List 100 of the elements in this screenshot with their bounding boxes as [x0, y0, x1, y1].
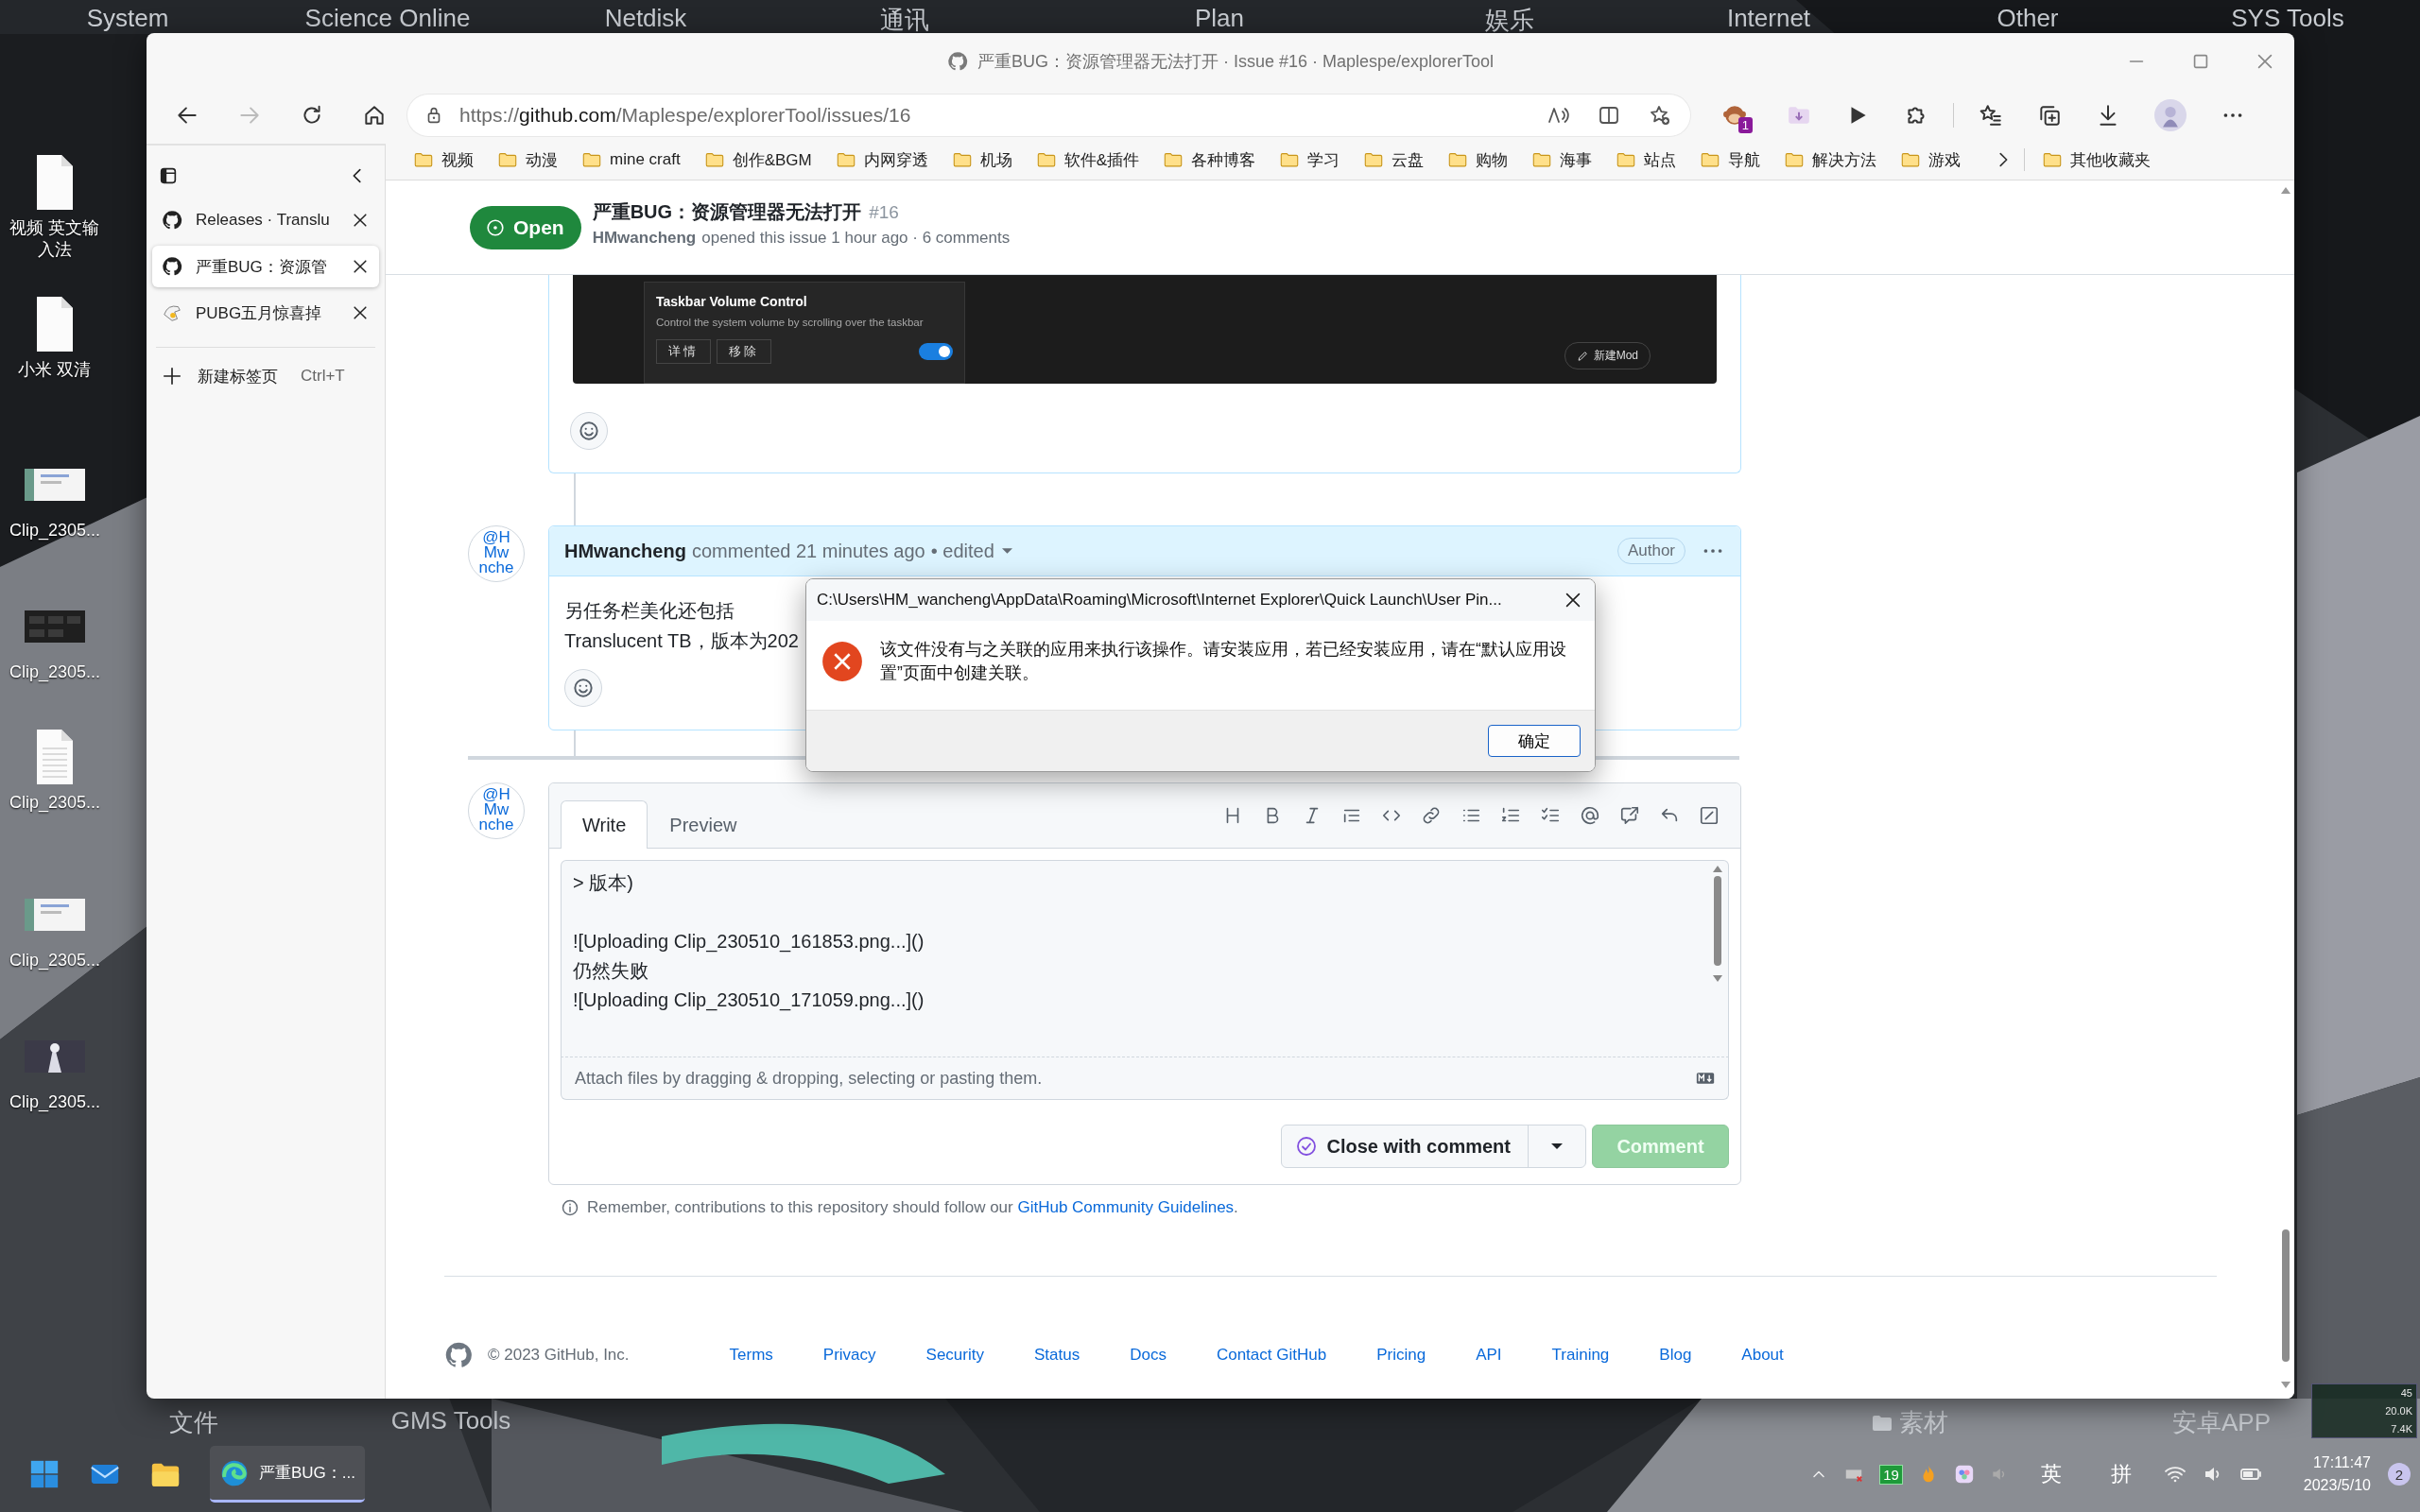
- bookmark-folder[interactable]: 创作&BGM: [697, 148, 819, 171]
- footer-link[interactable]: API: [1476, 1346, 1502, 1365]
- browser-tab[interactable]: PUBG五月惊喜掉: [152, 292, 379, 334]
- dialog-message: 该文件没有与之关联的应用来执行该操作。请安装应用，若已经安装应用，请在“默认应用设置”页面中创建关联。: [880, 639, 1567, 684]
- author-link[interactable]: HMwancheng: [592, 229, 697, 248]
- error-icon: [821, 641, 863, 682]
- avatar[interactable]: @H Mw nche: [468, 525, 525, 582]
- avatar-alt-text: @H Mw nche: [478, 527, 514, 576]
- bookmark-folder[interactable]: 视频: [406, 148, 480, 171]
- file-label: Clip_2305...: [8, 520, 102, 541]
- mod-button[interactable]: 详情: [656, 339, 711, 364]
- bookmark-folder[interactable]: 动漫: [491, 148, 564, 171]
- footer-link[interactable]: Pricing: [1376, 1346, 1426, 1365]
- attach-hint: Attach files by dragging & dropping, selecting or pasting them.: [575, 1068, 1043, 1089]
- new-tab-button[interactable]: 新建标签页 Ctrl+T: [147, 357, 385, 395]
- bookmark-folder[interactable]: 站点: [1609, 148, 1684, 171]
- add-favorite-icon[interactable]: [1649, 103, 1671, 127]
- footer-link[interactable]: Privacy: [822, 1346, 876, 1365]
- bookmark-folder[interactable]: 机场: [944, 148, 1019, 171]
- browser-tab[interactable]: 严重BUG：资源管: [152, 246, 379, 287]
- bookmark-folder[interactable]: 软件&插件: [1028, 148, 1147, 171]
- group-label: System: [86, 4, 169, 33]
- mod-button[interactable]: 移除: [717, 339, 771, 364]
- edited-menu[interactable]: • edited: [930, 540, 1012, 562]
- address-bar[interactable]: https://github.com/Maplespe/explorerTool/issues/16: [407, 94, 1690, 136]
- footer-link[interactable]: Terms: [729, 1346, 773, 1365]
- mascot-icon: [162, 302, 182, 323]
- logo-icon: [444, 1341, 473, 1369]
- mod-description: Control the system volume by scrolling over the taskbar: [656, 317, 925, 328]
- reaction-button[interactable]: [570, 412, 608, 450]
- group-label: Netdisk: [604, 4, 687, 33]
- bookmark-folder[interactable]: 各种博客: [1156, 148, 1263, 171]
- logo-icon: [946, 51, 968, 72]
- bookmark-folder[interactable]: 导航: [1693, 148, 1768, 171]
- fullscreen-icon[interactable]: [1699, 805, 1720, 826]
- calendar-badge[interactable]: 19: [1879, 1464, 1903, 1485]
- editor-tab[interactable]: Preview: [648, 800, 759, 849]
- extension-button[interactable]: 1: [1717, 96, 1753, 133]
- author-link[interactable]: HMwancheng: [564, 540, 686, 562]
- favorites-icon[interactable]: [1979, 102, 2003, 128]
- group-label: Internet: [1726, 4, 1811, 33]
- mod-title: Taskbar Volume Control: [656, 294, 808, 309]
- group-label: Science Online: [304, 4, 471, 33]
- ok-button[interactable]: 确定: [1488, 725, 1581, 757]
- new-mod-button[interactable]: 新建Mod: [1564, 342, 1651, 369]
- comment-text: 另任务栏美化还包括: [564, 599, 735, 623]
- reference-icon[interactable]: [1619, 805, 1640, 826]
- editor-tab[interactable]: Write: [561, 800, 648, 849]
- scrollbar[interactable]: [2279, 185, 2292, 1390]
- window-title: 严重BUG：资源管理器无法打开 · Issue #16 · Maplespe/explorerTool: [977, 51, 1495, 73]
- link-icon[interactable]: [1421, 805, 1442, 826]
- reaction-button[interactable]: [564, 669, 602, 707]
- bookmark-folder[interactable]: 解决方法: [1777, 148, 1884, 171]
- taskbar-app[interactable]: 严重BUG：...: [210, 1446, 365, 1503]
- network-reading: 45: [2400, 1387, 2412, 1400]
- bookmark-folder[interactable]: 云盘: [1357, 148, 1431, 171]
- footer-link[interactable]: Blog: [1659, 1346, 1692, 1365]
- group-label: 素材: [1899, 1407, 1948, 1438]
- file-label: Clip_2305...: [8, 1091, 102, 1113]
- group-label: 娱乐: [1485, 5, 1534, 36]
- copyright-text: © 2023 GitHub, Inc.: [488, 1346, 630, 1365]
- bookmark-folder[interactable]: 学习: [1272, 148, 1347, 171]
- start-button[interactable]: [28, 1458, 60, 1490]
- bookmark-folder[interactable]: 购物: [1441, 148, 1515, 171]
- footer-link[interactable]: Status: [1034, 1346, 1080, 1365]
- footer-link[interactable]: About: [1741, 1346, 1784, 1365]
- avatar[interactable]: @H Mw nche: [468, 782, 525, 839]
- bookmark-folder[interactable]: 内网穿透: [828, 148, 935, 171]
- comment-meta: commented 21 minutes ago: [691, 540, 925, 562]
- bookmark-folder[interactable]: 游戏: [1893, 148, 1968, 171]
- logo-icon: [162, 210, 182, 231]
- scrollbar[interactable]: [1711, 865, 1724, 983]
- network-reading: 20.0K: [2385, 1405, 2412, 1417]
- group-label: SYS Tools: [2231, 4, 2344, 33]
- footer-link[interactable]: Contact GitHub: [1216, 1346, 1327, 1365]
- toggle-switch[interactable]: [919, 343, 953, 360]
- avatar-alt-text: @H Mw nche: [478, 784, 514, 833]
- issue-summary: opened this issue 1 hour ago · 6 comments: [701, 229, 1011, 248]
- browser-tab[interactable]: Releases · Translu: [152, 199, 379, 241]
- bookmark-folder[interactable]: 其他收藏夹: [2035, 148, 2158, 171]
- bookmark-folder[interactable]: mine craft: [575, 149, 687, 170]
- file-label: Clip_2305...: [8, 792, 102, 814]
- url-text[interactable]: https://github.com/Maplespe/explorerTool/issues/16: [459, 103, 911, 127]
- bookmark-folder[interactable]: 海事: [1525, 148, 1599, 171]
- file-label: 视频 英文输入法: [9, 217, 101, 261]
- guidelines-link[interactable]: GitHub Community Guidelines: [1017, 1198, 1235, 1216]
- mention-icon[interactable]: [1580, 805, 1600, 826]
- comment-text: Translucent TB，版本为202: [564, 629, 799, 653]
- footer-link[interactable]: Security: [925, 1346, 984, 1365]
- issue-title: 严重BUG：资源管理器无法打开: [592, 200, 862, 224]
- profile-avatar[interactable]: [2154, 98, 2187, 131]
- group-label: 安卓APP: [2172, 1407, 2271, 1438]
- pencil-icon: [1576, 350, 1589, 362]
- tab-panel-icon[interactable]: [158, 165, 179, 186]
- footer-link[interactable]: Docs: [1130, 1346, 1167, 1365]
- network-reading: 7.4K: [2391, 1422, 2412, 1435]
- group-label: Plan: [1195, 4, 1244, 33]
- group-label: Other: [1996, 4, 2059, 33]
- plus-icon: [162, 366, 182, 387]
- footer-link[interactable]: Training: [1551, 1346, 1610, 1365]
